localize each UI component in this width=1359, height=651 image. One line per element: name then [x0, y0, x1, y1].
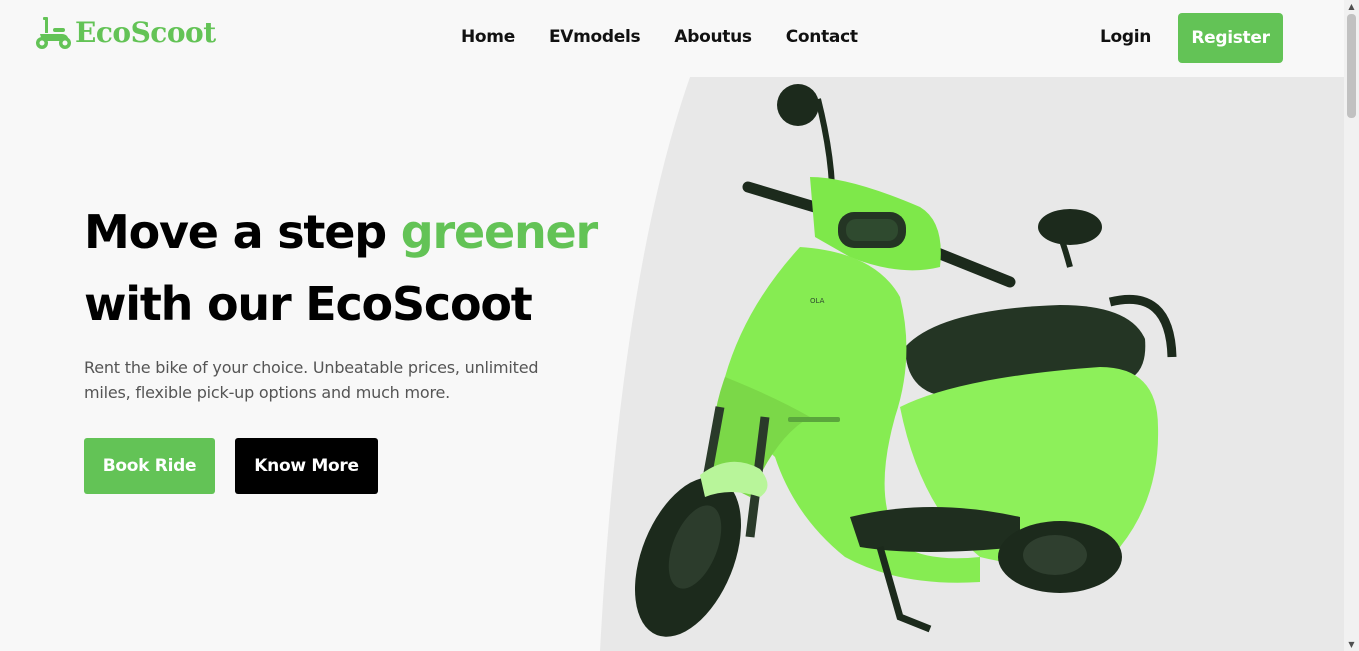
green-electric-scooter: OLA [600, 77, 1344, 651]
hero-title-part1: Move a step [84, 205, 401, 259]
book-ride-button[interactable]: Book Ride [84, 438, 215, 494]
scroll-thumb[interactable] [1347, 14, 1356, 118]
scooter-icon [36, 17, 71, 49]
nav-links: Home EVmodels Aboutus Contact [461, 27, 858, 47]
vertical-scrollbar[interactable]: ▲ ▼ [1344, 0, 1359, 651]
hero-description: Rent the bike of your choice. Unbeatable… [84, 358, 539, 402]
know-more-button[interactable]: Know More [235, 438, 378, 494]
brand-name: EcoScoot [75, 15, 216, 49]
scroll-up-arrow-icon[interactable]: ▲ [1347, 2, 1356, 11]
hero-title-highlight: greener [400, 205, 598, 259]
nav-link-home[interactable]: Home [461, 27, 515, 47]
brand-logo[interactable]: EcoScoot [34, 14, 216, 50]
register-button[interactable]: Register [1178, 13, 1283, 63]
hero-title-part2: with our EcoScoot [84, 277, 533, 331]
nav-link-contact[interactable]: Contact [786, 27, 858, 47]
scroll-down-arrow-icon[interactable]: ▼ [1347, 640, 1356, 649]
svg-text:OLA: OLA [810, 297, 825, 305]
navbar: EcoScoot Home EVmodels Aboutus Contact L… [0, 0, 1344, 76]
hero-image-panel: OLA [600, 77, 1344, 651]
login-link[interactable]: Login [1100, 27, 1151, 47]
nav-link-aboutus[interactable]: Aboutus [674, 27, 752, 47]
nav-link-evmodels[interactable]: EVmodels [549, 27, 641, 47]
hero-heading: Move a step greener with our EcoScoot [84, 196, 624, 340]
